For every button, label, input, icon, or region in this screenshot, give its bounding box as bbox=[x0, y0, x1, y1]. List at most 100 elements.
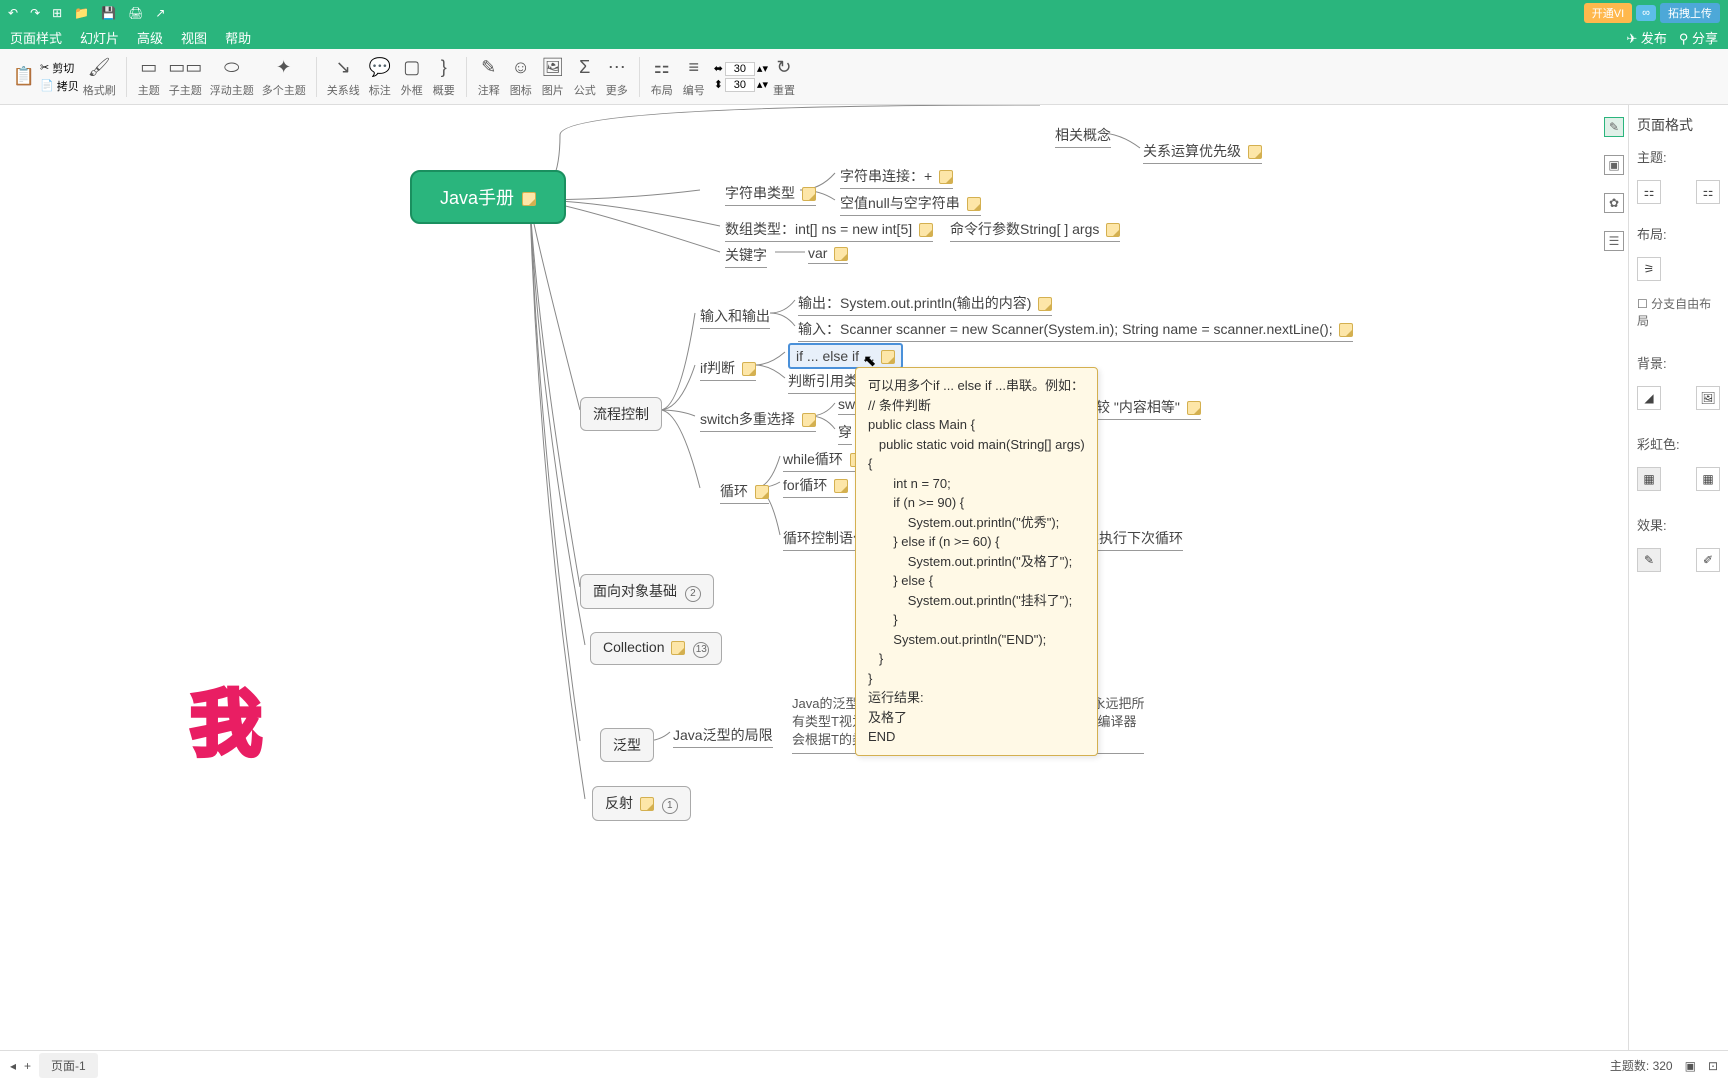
node-sw[interactable]: sw bbox=[838, 396, 855, 415]
node-reflection[interactable]: 反射 1 bbox=[592, 786, 691, 821]
menu-advanced[interactable]: 高级 bbox=[137, 28, 163, 47]
tool-relation[interactable]: ↘关系线 bbox=[323, 49, 364, 104]
menu-help[interactable]: 帮助 bbox=[225, 28, 251, 47]
print-icon[interactable]: 🖨 bbox=[128, 6, 143, 20]
share-button[interactable]: ⚲ 分享 bbox=[1679, 28, 1718, 47]
spacing-h[interactable]: ⬌▴▾ bbox=[714, 62, 768, 76]
save-icon[interactable]: 💾 bbox=[101, 6, 116, 20]
node-input[interactable]: 输入：Scanner scanner = new Scanner(System.… bbox=[798, 319, 1353, 342]
node-while[interactable]: while循环 bbox=[783, 449, 864, 472]
redo-icon[interactable]: ↷ bbox=[30, 6, 40, 20]
node-fallthrough[interactable]: 穿 bbox=[838, 422, 852, 445]
node-var[interactable]: var bbox=[808, 245, 848, 264]
prev-page[interactable]: ◂ bbox=[10, 1059, 16, 1073]
tool-note[interactable]: ✎注释 bbox=[473, 49, 505, 104]
tool-reset[interactable]: ↻重置 bbox=[768, 49, 800, 104]
node-if[interactable]: if判断 bbox=[700, 358, 756, 381]
note-icon[interactable] bbox=[967, 197, 981, 211]
open-icon[interactable]: 📁 bbox=[74, 6, 89, 20]
note-icon[interactable] bbox=[1187, 401, 1201, 415]
image-panel-icon[interactable]: ▣ bbox=[1604, 155, 1624, 175]
clip-panel-icon[interactable]: ✿ bbox=[1604, 193, 1624, 213]
tool-format-painter[interactable]: 🖌格式刷 bbox=[79, 49, 120, 104]
add-page[interactable]: + bbox=[24, 1059, 31, 1073]
note-icon[interactable] bbox=[881, 350, 895, 364]
undo-icon[interactable]: ↶ bbox=[8, 6, 18, 20]
vip-button[interactable]: 开通VI bbox=[1584, 3, 1632, 23]
tool-cut[interactable]: ✂ 剪切 bbox=[40, 60, 79, 76]
tool-topic[interactable]: ▭主题 bbox=[133, 49, 165, 104]
node-generic-limit[interactable]: Java泛型的局限 bbox=[673, 725, 773, 748]
node-io[interactable]: 输入和输出 bbox=[700, 306, 770, 329]
layout-option[interactable]: ⚞ bbox=[1637, 257, 1661, 281]
note-icon[interactable] bbox=[939, 170, 953, 184]
node-collection[interactable]: Collection 13 bbox=[590, 632, 722, 665]
spacing-v[interactable]: ⬍▴▾ bbox=[714, 78, 768, 92]
node-cmdline-args[interactable]: 命令行参数String[ ] args bbox=[950, 219, 1120, 242]
rainbow-option-2[interactable]: ▦ bbox=[1696, 467, 1720, 491]
free-layout-checkbox[interactable]: ☐ 分支自由布局 bbox=[1637, 295, 1720, 329]
note-icon[interactable] bbox=[1038, 297, 1052, 311]
node-if-elseif[interactable]: if ... else if ... bbox=[788, 343, 903, 369]
node-output[interactable]: 输出：System.out.println(输出的内容) bbox=[798, 293, 1052, 316]
tool-copy[interactable]: 📄 拷贝 bbox=[40, 78, 79, 94]
node-array-type[interactable]: 数组类型：int[] ns = new int[5] bbox=[725, 219, 933, 242]
new-icon[interactable]: ⊞ bbox=[52, 6, 62, 20]
node-switch[interactable]: switch多重选择 bbox=[700, 409, 816, 432]
tool-multi-topic[interactable]: ✦多个主题 bbox=[258, 49, 310, 104]
node-related-concept[interactable]: 相关概念 bbox=[1055, 125, 1111, 148]
theme-option-1[interactable]: ⚏ bbox=[1637, 180, 1661, 204]
tool-label[interactable]: 💬标注 bbox=[364, 49, 396, 104]
node-operator-precedence[interactable]: 关系运算优先级 bbox=[1143, 141, 1262, 164]
effect-option-2[interactable]: ✐ bbox=[1696, 548, 1720, 572]
node-generic[interactable]: 泛型 bbox=[600, 728, 654, 762]
tool-layout[interactable]: ⚏布局 bbox=[646, 49, 678, 104]
note-icon[interactable] bbox=[671, 641, 685, 655]
bg-color-picker[interactable]: ◢ bbox=[1637, 386, 1661, 410]
menu-slides[interactable]: 幻灯片 bbox=[80, 28, 119, 47]
rainbow-option-1[interactable]: ▦ bbox=[1637, 467, 1661, 491]
note-icon[interactable] bbox=[742, 362, 756, 376]
note-icon[interactable] bbox=[919, 223, 933, 237]
note-icon[interactable] bbox=[1339, 323, 1353, 337]
theme-option-2[interactable]: ⚏ bbox=[1696, 180, 1720, 204]
node-for[interactable]: for循环 bbox=[783, 475, 848, 498]
note-icon[interactable] bbox=[640, 797, 654, 811]
tool-subtopic[interactable]: ▭▭子主题 bbox=[165, 49, 206, 104]
note-icon[interactable] bbox=[522, 192, 536, 206]
publish-button[interactable]: ✈ 发布 bbox=[1626, 28, 1667, 47]
tool-image[interactable]: 🖼图片 bbox=[537, 49, 569, 104]
node-null-empty[interactable]: 空值null与空字符串 bbox=[840, 193, 981, 216]
center-icon[interactable]: ⊡ bbox=[1708, 1059, 1718, 1073]
page-tab[interactable]: 页面-1 bbox=[39, 1053, 98, 1078]
canvas[interactable]: Java手册 相关概念 关系运算优先级 字符串类型 字符串连接：+ 空值null… bbox=[0, 105, 1604, 1050]
note-icon[interactable] bbox=[1106, 223, 1120, 237]
node-string-concat[interactable]: 字符串连接：+ bbox=[840, 166, 953, 189]
tool-number[interactable]: ≡编号 bbox=[678, 49, 710, 104]
bg-image-picker[interactable]: 🖼 bbox=[1696, 386, 1720, 410]
export-icon[interactable]: ↗ bbox=[155, 6, 165, 20]
effect-option-1[interactable]: ✎ bbox=[1637, 548, 1661, 572]
tool-summary[interactable]: }概要 bbox=[428, 49, 460, 104]
node-keyword[interactable]: 关键字 bbox=[725, 245, 767, 268]
note-icon[interactable] bbox=[1248, 145, 1262, 159]
note-icon[interactable] bbox=[755, 485, 769, 499]
tool-boundary[interactable]: ▢外框 bbox=[396, 49, 428, 104]
task-panel-icon[interactable]: ☰ bbox=[1604, 231, 1624, 251]
tool-paste[interactable]: 📋 bbox=[8, 49, 40, 104]
menu-view[interactable]: 视图 bbox=[181, 28, 207, 47]
upload-button[interactable]: 拓拽上传 bbox=[1660, 3, 1720, 23]
spacing-v-input[interactable] bbox=[725, 78, 755, 92]
node-oop[interactable]: 面向对象基础 2 bbox=[580, 574, 714, 609]
note-icon[interactable] bbox=[834, 247, 848, 261]
node-flow-control[interactable]: 流程控制 bbox=[580, 397, 662, 431]
root-node[interactable]: Java手册 bbox=[410, 170, 566, 224]
note-icon[interactable] bbox=[802, 187, 816, 201]
note-icon[interactable] bbox=[834, 479, 848, 493]
fit-icon[interactable]: ▣ bbox=[1685, 1059, 1696, 1073]
tool-floating-topic[interactable]: ⬭浮动主题 bbox=[206, 49, 258, 104]
menu-page-style[interactable]: 页面样式 bbox=[10, 28, 62, 47]
format-panel-icon[interactable]: ✎ bbox=[1604, 117, 1624, 137]
node-loop[interactable]: 循环 bbox=[720, 481, 769, 504]
tool-more[interactable]: ⋯更多 bbox=[601, 49, 633, 104]
